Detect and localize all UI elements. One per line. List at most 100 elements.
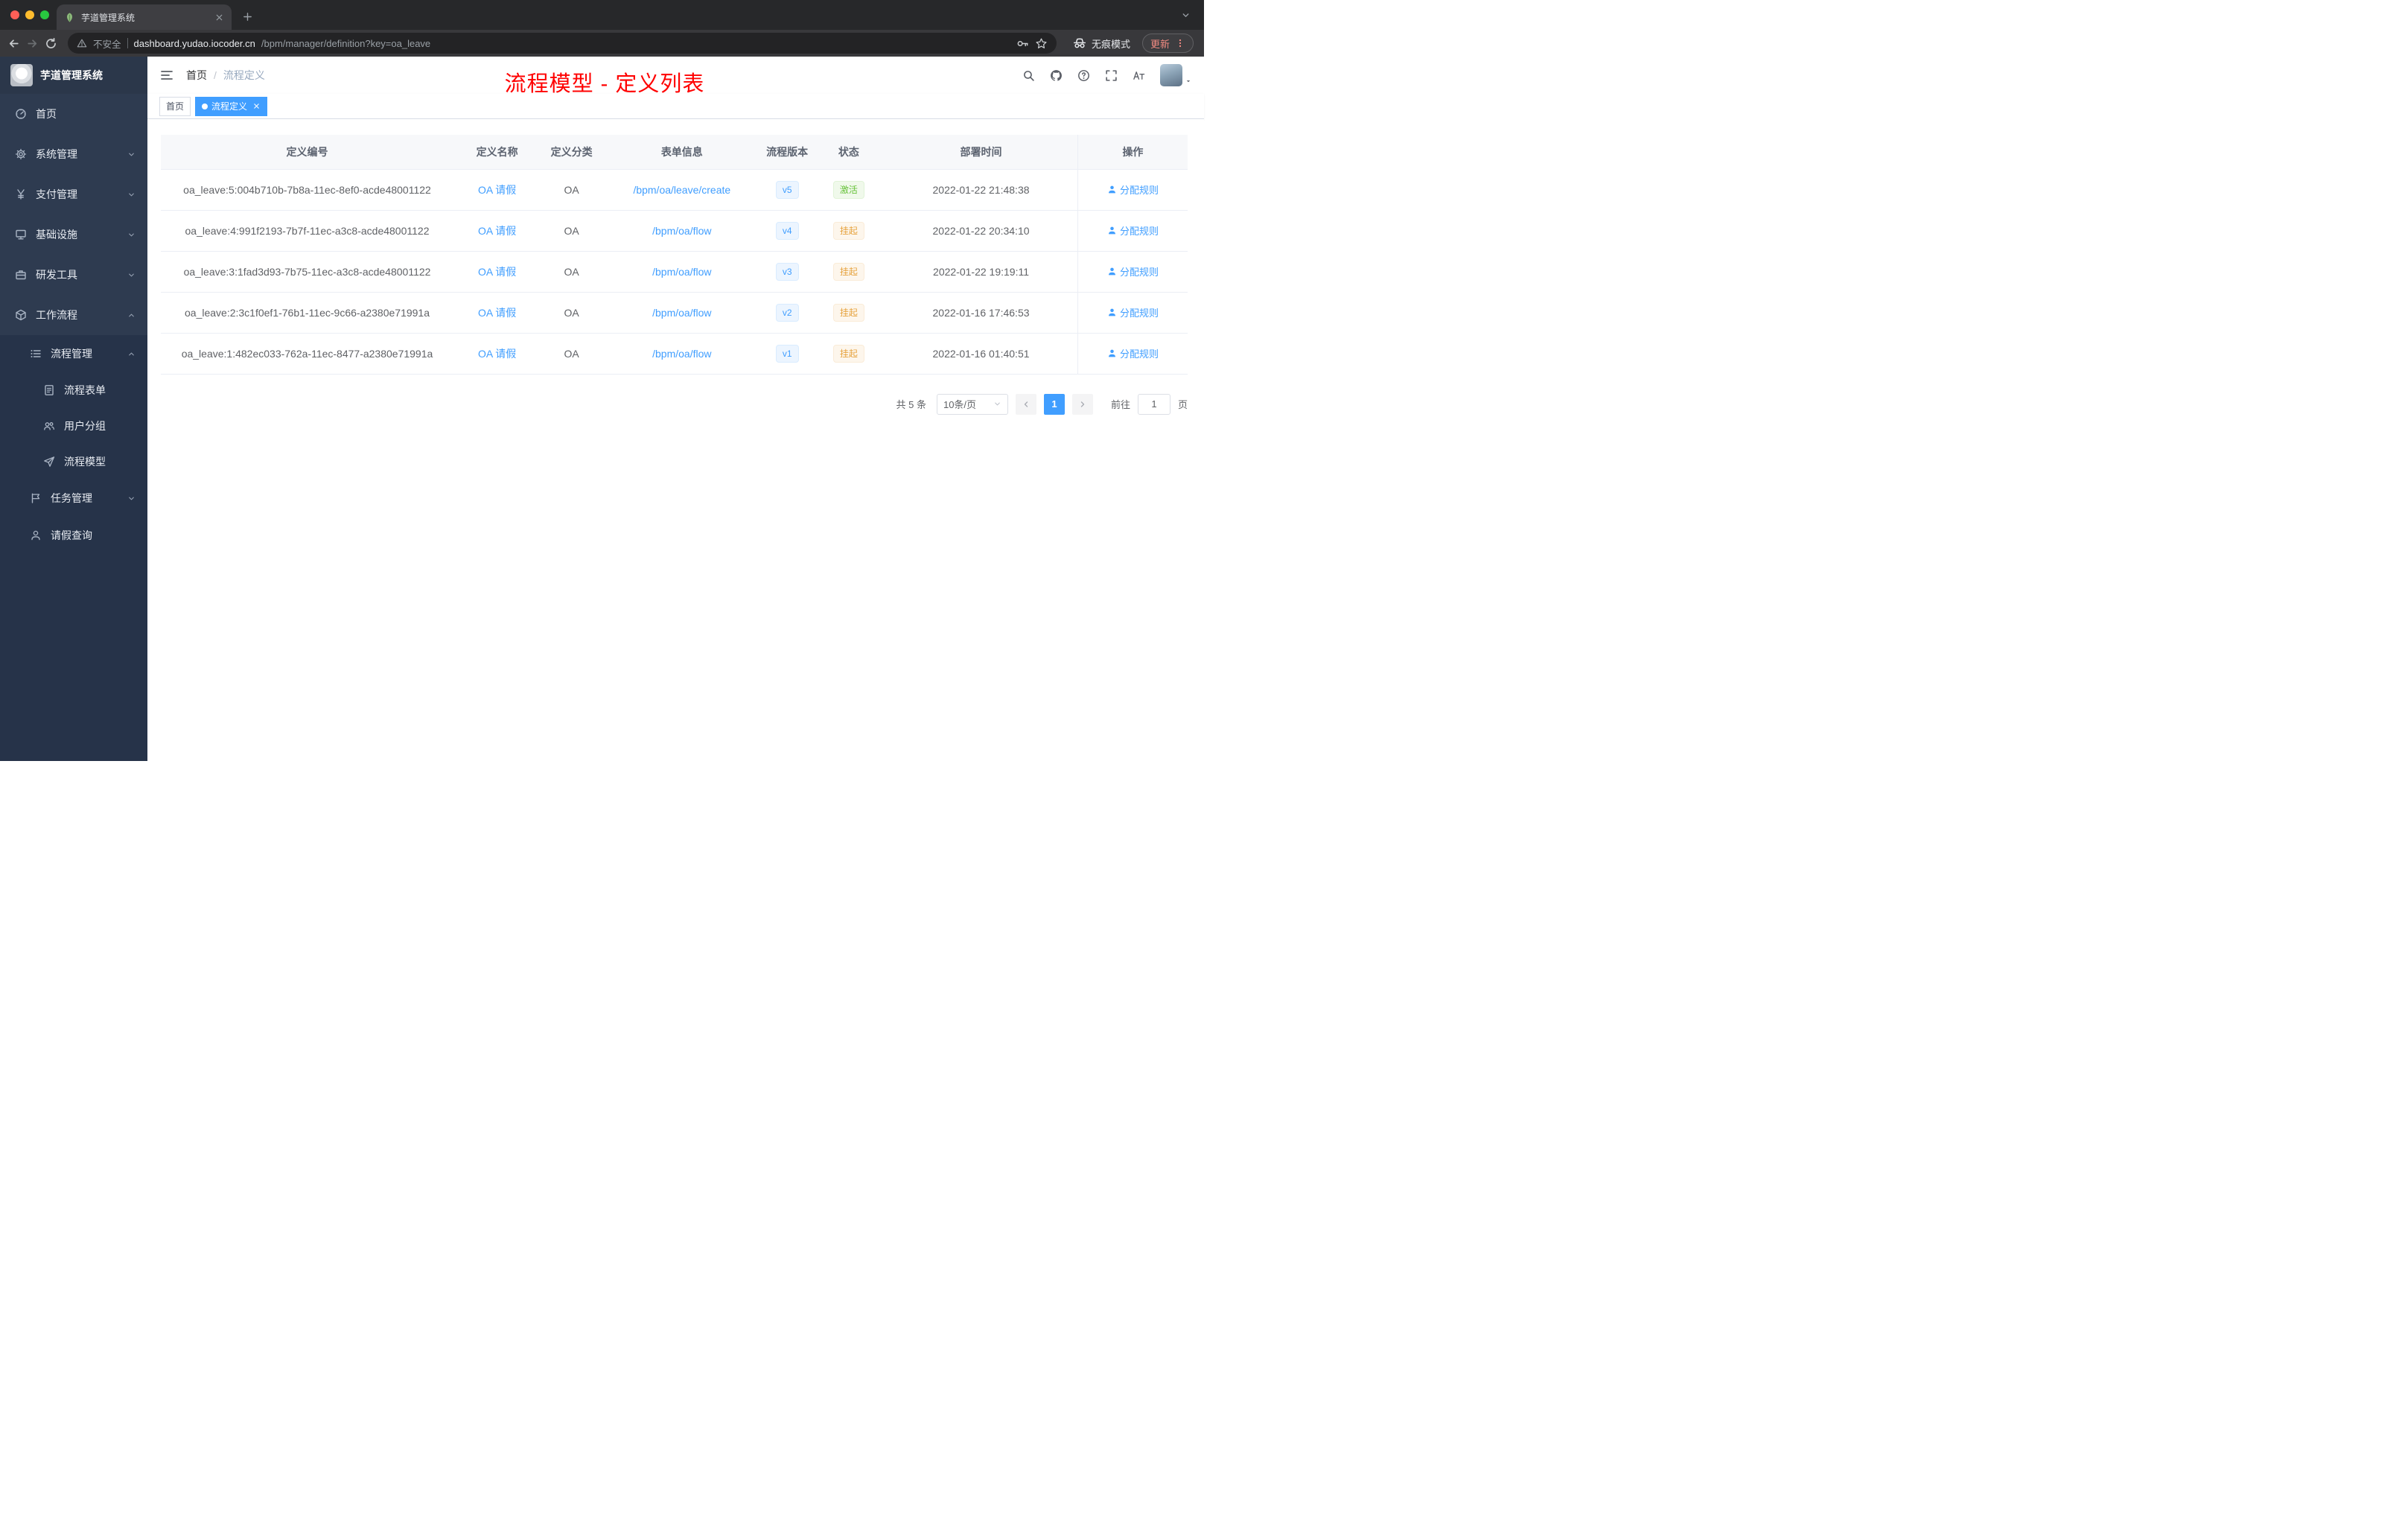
assign-rule-label: 分配规则	[1119, 267, 1159, 278]
cell-deploy-time: 2022-01-16 01:40:51	[885, 333, 1078, 375]
browser-toolbar: 不安全 dashboard.yudao.iocoder.cn/bpm/manag…	[0, 30, 1204, 57]
definition-name-link[interactable]: OA 请假	[478, 266, 516, 278]
cell-version: v4	[761, 210, 813, 252]
sidebar-item-task-mgmt[interactable]: 任务管理	[0, 480, 147, 517]
next-page-button[interactable]	[1071, 393, 1093, 415]
status-badge: 激活	[832, 180, 864, 199]
column-header: 定义分类	[541, 135, 602, 170]
browser-tab[interactable]: 芋道管理系统	[57, 4, 232, 30]
tab-close-icon[interactable]	[214, 13, 224, 22]
tag-item[interactable]: 流程定义	[195, 96, 268, 116]
goto-page-input[interactable]	[1137, 393, 1170, 415]
assign-rule-label: 分配规则	[1119, 226, 1159, 237]
search-icon[interactable]	[1022, 69, 1035, 82]
cell-actions: 分配规则	[1077, 251, 1188, 293]
password-key-icon[interactable]	[1016, 37, 1029, 50]
form-info-link[interactable]: /bpm/oa/flow	[652, 225, 711, 237]
update-button[interactable]: 更新	[1141, 34, 1194, 53]
url-path: /bpm/manager/definition?key=oa_leave	[261, 37, 431, 49]
browser-menu-icon[interactable]	[1175, 38, 1185, 48]
cell-actions: 分配规则	[1077, 210, 1188, 252]
help-icon[interactable]	[1077, 69, 1090, 82]
close-window-button[interactable]	[10, 10, 19, 19]
minimize-window-button[interactable]	[25, 10, 34, 19]
font-size-icon[interactable]	[1133, 69, 1145, 82]
definition-name-link[interactable]: OA 请假	[478, 225, 516, 237]
bookmark-star-icon[interactable]	[1035, 37, 1048, 50]
tab-search-icon[interactable]	[1181, 10, 1191, 20]
cell-definition-id: oa_leave:3:1fad3d93-7b75-11ec-a3c8-acde4…	[161, 251, 454, 293]
breadcrumb: 首页 / 流程定义	[186, 68, 265, 83]
form-info-link[interactable]: /bpm/oa/leave/create	[633, 184, 730, 196]
column-header: 流程版本	[761, 135, 813, 170]
user-icon	[1107, 308, 1117, 317]
sidebar-item-leave-query[interactable]: 请假查询	[0, 517, 147, 554]
zoom-window-button[interactable]	[40, 10, 49, 19]
page-size-select[interactable]: 10条/页	[936, 393, 1008, 415]
tag-label: 流程定义	[211, 101, 248, 112]
column-header: 定义名称	[453, 135, 541, 170]
cell-definition-id: oa_leave:1:482ec033-762a-11ec-8477-a2380…	[161, 333, 454, 375]
form-info-link[interactable]: /bpm/oa/flow	[652, 266, 711, 278]
assign-rule-link[interactable]: 分配规则	[1107, 223, 1159, 238]
column-header: 部署时间	[885, 135, 1078, 170]
prev-page-button[interactable]	[1015, 393, 1036, 415]
sidebar-item-home[interactable]: 首页	[0, 94, 147, 134]
cell-form-info: /bpm/oa/flow	[602, 251, 762, 293]
github-icon[interactable]	[1050, 69, 1063, 82]
definition-name-link[interactable]: OA 请假	[478, 307, 516, 319]
sidebar-item-label: 流程模型	[64, 456, 106, 468]
fullscreen-icon[interactable]	[1105, 69, 1118, 82]
form-info-link[interactable]: /bpm/oa/flow	[652, 307, 711, 319]
new-tab-button[interactable]	[242, 11, 253, 22]
column-header: 定义编号	[161, 135, 454, 170]
definition-name-link[interactable]: OA 请假	[478, 348, 516, 360]
toolbox-icon	[15, 269, 27, 281]
dashboard-icon	[15, 108, 27, 120]
sidebar-item-workflow[interactable]: 工作流程	[0, 295, 147, 335]
assign-rule-link[interactable]: 分配规则	[1107, 182, 1159, 197]
security-warning-icon[interactable]	[77, 38, 87, 48]
back-button[interactable]	[7, 37, 20, 50]
page-number-button[interactable]: 1	[1043, 393, 1065, 415]
assign-rule-link[interactable]: 分配规则	[1107, 305, 1159, 319]
sidebar-item-devtools[interactable]: 研发工具	[0, 255, 147, 295]
user-icon	[1107, 226, 1117, 235]
browser-tab-strip: 芋道管理系统	[0, 0, 1204, 30]
cell-status: 激活	[812, 169, 885, 211]
address-bar[interactable]: 不安全 dashboard.yudao.iocoder.cn/bpm/manag…	[68, 33, 1057, 54]
breadcrumb-home[interactable]: 首页	[186, 68, 207, 83]
sidebar-item-process-model[interactable]: 流程模型	[0, 444, 147, 480]
user-avatar[interactable]	[1160, 64, 1192, 86]
cell-status: 挂起	[812, 333, 885, 375]
forward-button[interactable]	[26, 37, 39, 50]
table-row: oa_leave:1:482ec033-762a-11ec-8477-a2380…	[161, 333, 1188, 375]
chevron-down-icon	[127, 231, 136, 239]
definition-name-link[interactable]: OA 请假	[478, 184, 516, 196]
gear-icon	[15, 148, 27, 160]
sidebar-item-system[interactable]: 系统管理	[0, 134, 147, 174]
sidebar-item-user-group[interactable]: 用户分组	[0, 408, 147, 444]
chevron-down-icon	[127, 271, 136, 279]
close-icon[interactable]	[252, 102, 261, 110]
sidebar-item-infrastructure[interactable]: 基础设施	[0, 214, 147, 255]
breadcrumb-separator: /	[214, 69, 217, 81]
sidebar-item-process-mgmt[interactable]: 流程管理	[0, 335, 147, 372]
version-tag: v2	[775, 303, 799, 322]
assign-rule-link[interactable]: 分配规则	[1107, 346, 1159, 360]
hamburger-icon[interactable]	[159, 68, 174, 83]
assign-rule-link[interactable]: 分配规则	[1107, 264, 1159, 278]
active-tag-dot	[202, 103, 208, 109]
reload-button[interactable]	[45, 37, 57, 50]
tag-item[interactable]: 首页	[159, 96, 191, 116]
form-info-link[interactable]: /bpm/oa/flow	[652, 348, 711, 360]
task-icon	[30, 492, 42, 504]
sidebar-logo[interactable]: 芋道管理系统	[0, 57, 147, 94]
sidebar-item-label: 研发工具	[36, 269, 77, 281]
table-header-row: 定义编号 定义名称 定义分类 表单信息 流程版本 状态 部署时间 操作	[161, 135, 1188, 170]
sidebar-filler	[0, 554, 147, 761]
sidebar-item-label: 支付管理	[36, 188, 77, 200]
infra-icon	[15, 229, 27, 241]
sidebar-item-payment[interactable]: 支付管理	[0, 174, 147, 214]
sidebar-item-process-form[interactable]: 流程表单	[0, 372, 147, 408]
